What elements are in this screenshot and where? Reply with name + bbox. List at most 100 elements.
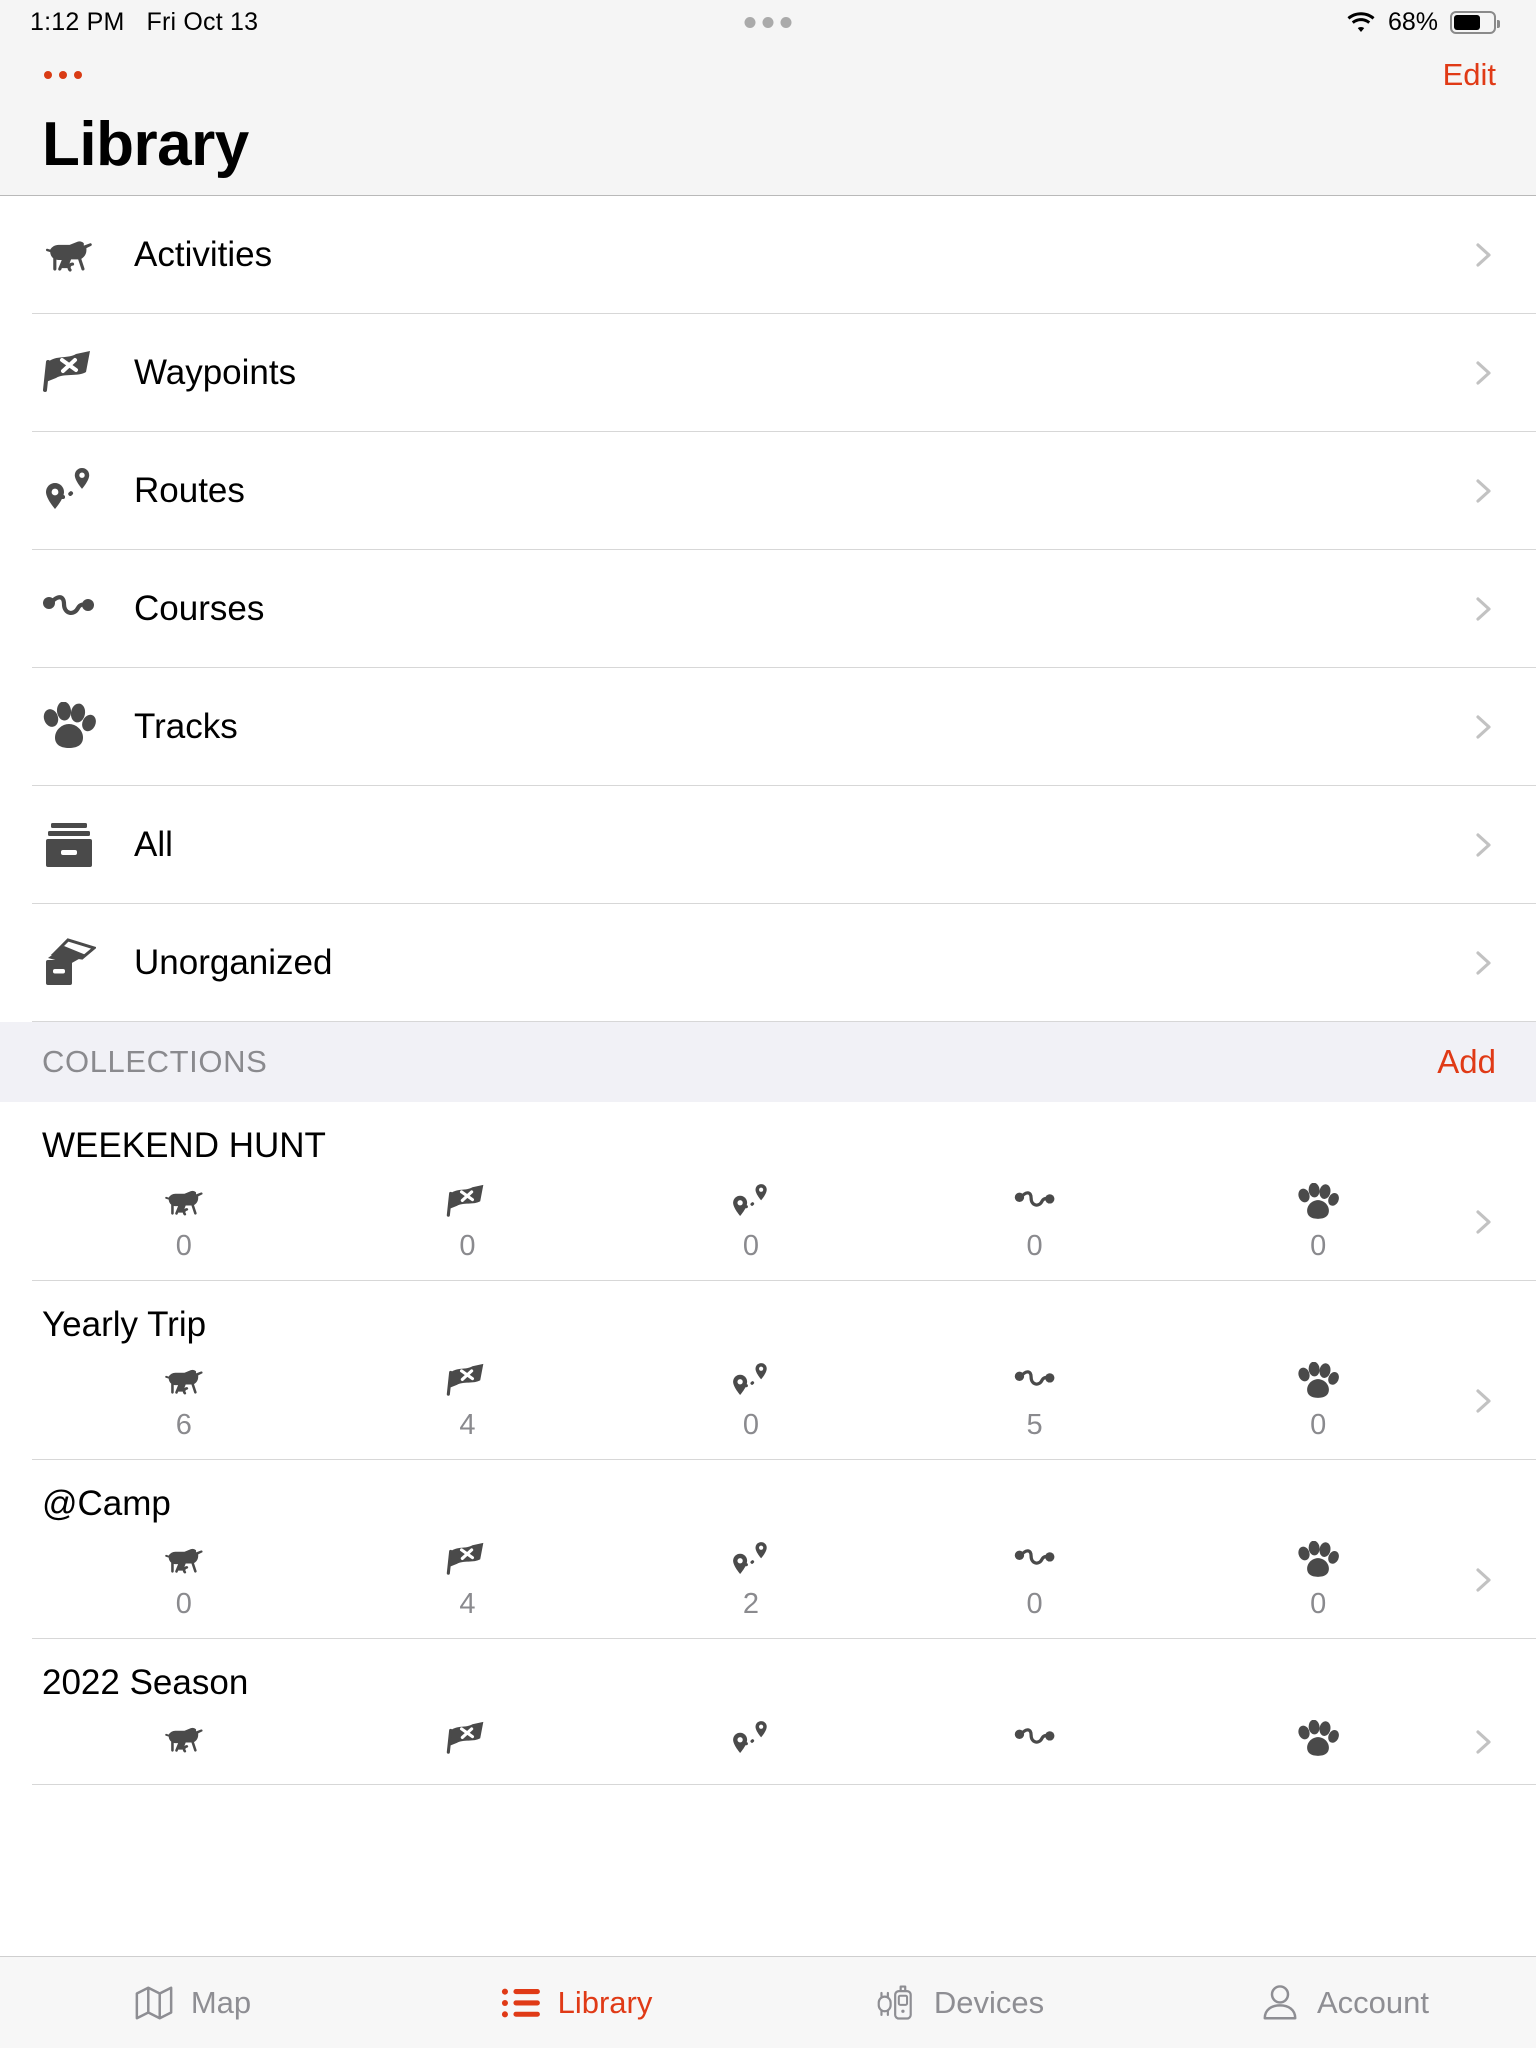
stat-tracks: 0 xyxy=(1176,1359,1460,1442)
sidebar-item-routes[interactable]: Routes xyxy=(0,432,1536,551)
stat-count: 0 xyxy=(1026,1588,1043,1621)
add-collection-button[interactable]: Add xyxy=(1437,1043,1496,1081)
stat-count: 0 xyxy=(459,1230,476,1263)
chevron-right-icon xyxy=(1470,1729,1496,1755)
stat-activities: 6 xyxy=(42,1359,326,1442)
route-pins-icon xyxy=(729,1359,773,1403)
tab-map[interactable]: Map xyxy=(0,1982,384,2024)
tab-devices[interactable]: Devices xyxy=(768,1982,1152,2024)
stat-count: 4 xyxy=(459,1588,476,1621)
sidebar-item-label: Activities xyxy=(134,235,273,275)
route-pins-icon xyxy=(729,1538,773,1582)
paw-print-icon xyxy=(1296,1717,1340,1761)
collection-name: WEEKEND HUNT xyxy=(42,1126,326,1166)
chevron-right-icon xyxy=(1470,1209,1496,1235)
chevron-right-icon xyxy=(1470,1567,1496,1593)
squiggle-course-icon xyxy=(1013,1180,1057,1224)
chevron-right-icon xyxy=(1470,714,1496,740)
page-title: Library xyxy=(42,110,249,179)
list-item[interactable]: @Camp 0 4 2 0 0 xyxy=(0,1460,1536,1640)
status-date: Fri Oct 13 xyxy=(146,7,259,36)
stat-activities: 0 xyxy=(42,1538,326,1621)
list-item[interactable]: WEEKEND HUNT 0 0 0 0 0 xyxy=(0,1102,1536,1282)
collection-name: @Camp xyxy=(42,1484,171,1524)
collection-name: 2022 Season xyxy=(42,1663,249,1703)
file-box-open-icon xyxy=(42,936,96,990)
stat-count: 0 xyxy=(1310,1588,1327,1621)
chevron-right-icon xyxy=(1470,596,1496,622)
tab-label: Account xyxy=(1316,1984,1429,2020)
sidebar-item-waypoints[interactable]: Waypoints xyxy=(0,314,1536,433)
stat-count: 0 xyxy=(742,1409,760,1442)
list-item[interactable]: Yearly Trip 6 4 0 5 0 xyxy=(0,1281,1536,1461)
sidebar-item-label: Unorganized xyxy=(134,943,333,983)
dog-icon xyxy=(162,1717,206,1761)
list-item[interactable]: 2022 Season xyxy=(0,1639,1536,1786)
ellipsis-icon xyxy=(44,71,52,79)
flag-icon xyxy=(445,1717,489,1761)
status-bar: 1:12 PM Fri Oct 13 68% xyxy=(0,0,1536,44)
sidebar-item-label: Courses xyxy=(134,589,265,629)
stat-waypoints: 4 xyxy=(326,1538,610,1621)
tab-label: Devices xyxy=(933,1984,1045,2020)
collections-title: COLLECTIONS xyxy=(42,1044,268,1080)
stat-count: 0 xyxy=(1026,1230,1043,1263)
stat-waypoints: 4 xyxy=(326,1359,610,1442)
chevron-right-icon xyxy=(1470,832,1496,858)
sidebar-item-label: Routes xyxy=(134,471,245,511)
chevron-right-icon xyxy=(1470,478,1496,504)
stat-waypoints xyxy=(326,1717,610,1767)
stat-count: 4 xyxy=(459,1409,476,1442)
stat-count: 0 xyxy=(175,1230,192,1263)
map-icon xyxy=(133,1982,175,2024)
collection-stats xyxy=(0,1717,1536,1767)
multitask-handle-icon[interactable] xyxy=(744,16,792,28)
squiggle-course-icon xyxy=(42,582,96,636)
tab-library[interactable]: Library xyxy=(384,1982,768,2024)
stat-tracks: 0 xyxy=(1176,1538,1460,1621)
stat-tracks xyxy=(1176,1717,1460,1767)
list-icon xyxy=(500,1982,542,2024)
chevron-right-icon xyxy=(1470,1388,1496,1414)
sidebar-item-unorganized[interactable]: Unorganized xyxy=(0,904,1536,1023)
stat-courses: 5 xyxy=(893,1359,1177,1442)
paw-print-icon xyxy=(1296,1359,1340,1403)
stat-courses: 0 xyxy=(893,1538,1177,1621)
stat-activities xyxy=(42,1717,326,1767)
dog-icon xyxy=(42,228,96,282)
flag-icon xyxy=(445,1538,489,1582)
paw-print-icon xyxy=(1296,1180,1340,1224)
wifi-icon xyxy=(1346,11,1376,33)
stat-count: 5 xyxy=(1026,1409,1043,1442)
flag-icon xyxy=(445,1180,489,1224)
sidebar-item-all[interactable]: All xyxy=(0,786,1536,905)
sidebar-item-activities[interactable]: Activities xyxy=(0,196,1536,315)
person-icon xyxy=(1259,1982,1301,2024)
tab-bar: Map Library Devices Account xyxy=(0,1956,1536,2048)
stat-count: 2 xyxy=(742,1588,760,1621)
status-bar-right: 68% xyxy=(1346,8,1500,37)
status-time: 1:12 PM xyxy=(30,7,125,36)
collection-name: Yearly Trip xyxy=(42,1305,207,1345)
more-options-button[interactable] xyxy=(42,63,84,87)
squiggle-course-icon xyxy=(1013,1717,1057,1761)
collection-stats: 6 4 0 5 0 xyxy=(0,1359,1536,1442)
tab-account[interactable]: Account xyxy=(1152,1982,1536,2024)
stat-activities: 0 xyxy=(42,1180,326,1263)
stat-count: 6 xyxy=(175,1409,192,1442)
nav-top-bar: Edit xyxy=(42,44,1496,106)
stat-routes: 2 xyxy=(609,1538,893,1621)
stat-routes xyxy=(609,1717,893,1767)
nav-header: Edit Library xyxy=(0,44,1536,197)
library-scroll-area[interactable]: Activities Waypoints Routes Courses Trac… xyxy=(0,196,1536,1975)
sidebar-item-tracks[interactable]: Tracks xyxy=(0,668,1536,787)
flag-icon xyxy=(42,346,96,400)
sidebar-item-label: Tracks xyxy=(134,707,238,747)
sidebar-item-label: Waypoints xyxy=(134,353,297,393)
file-box-icon xyxy=(42,818,96,872)
collection-stats: 0 4 2 0 0 xyxy=(0,1538,1536,1621)
collections-section-header: COLLECTIONS Add xyxy=(0,1022,1536,1103)
edit-button[interactable]: Edit xyxy=(1443,57,1496,93)
status-bar-left: 1:12 PM Fri Oct 13 xyxy=(30,8,258,37)
sidebar-item-courses[interactable]: Courses xyxy=(0,550,1536,669)
